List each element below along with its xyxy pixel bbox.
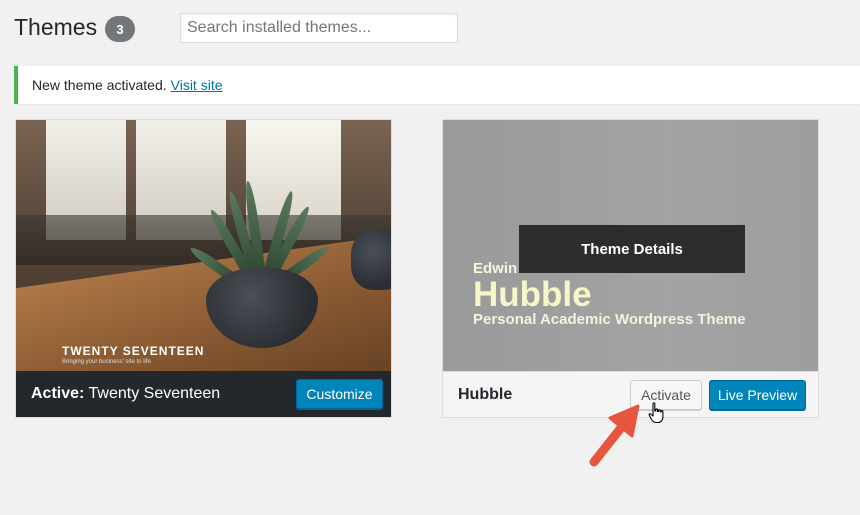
active-label: Active: [31,385,85,402]
notice-text: New theme activated. [32,77,167,93]
theme-card-twenty-seventeen[interactable]: TWENTY SEVENTEEN Bringing your business'… [15,119,392,418]
screenshot-hubble-text: Hubble [473,275,592,314]
theme-name: Hubble [458,385,513,403]
page-title: Themes [14,14,98,40]
screenshot-logo-text: TWENTY SEVENTEEN [62,344,205,358]
theme-actions-bar: Active: Twenty Seventeen Customize [16,371,391,417]
theme-name: Active: Twenty Seventeen [31,385,220,403]
theme-screenshot[interactable]: Edwin Hubble Personal Academic Wordpress… [443,120,818,371]
theme-name-text: Twenty Seventeen [88,385,221,402]
theme-screenshot[interactable]: TWENTY SEVENTEEN Bringing your business'… [16,120,391,371]
red-annotation-arrow-icon [589,404,640,467]
activation-notice: New theme activated. Visit site [14,66,860,104]
customize-button[interactable]: Customize [296,379,383,409]
search-themes-input[interactable] [180,13,458,43]
screenshot-subtitle-text: Personal Academic Wordpress Theme [473,311,746,328]
hand-pointer-icon [648,402,664,424]
theme-count-badge: 3 [105,16,135,42]
live-preview-button[interactable]: Live Preview [709,380,806,410]
theme-card-hubble[interactable]: Edwin Hubble Personal Academic Wordpress… [442,119,819,418]
visit-site-link[interactable]: Visit site [171,77,223,93]
theme-details-button[interactable]: Theme Details [519,225,745,273]
screenshot-tagline: Bringing your business' site to life [62,359,151,365]
